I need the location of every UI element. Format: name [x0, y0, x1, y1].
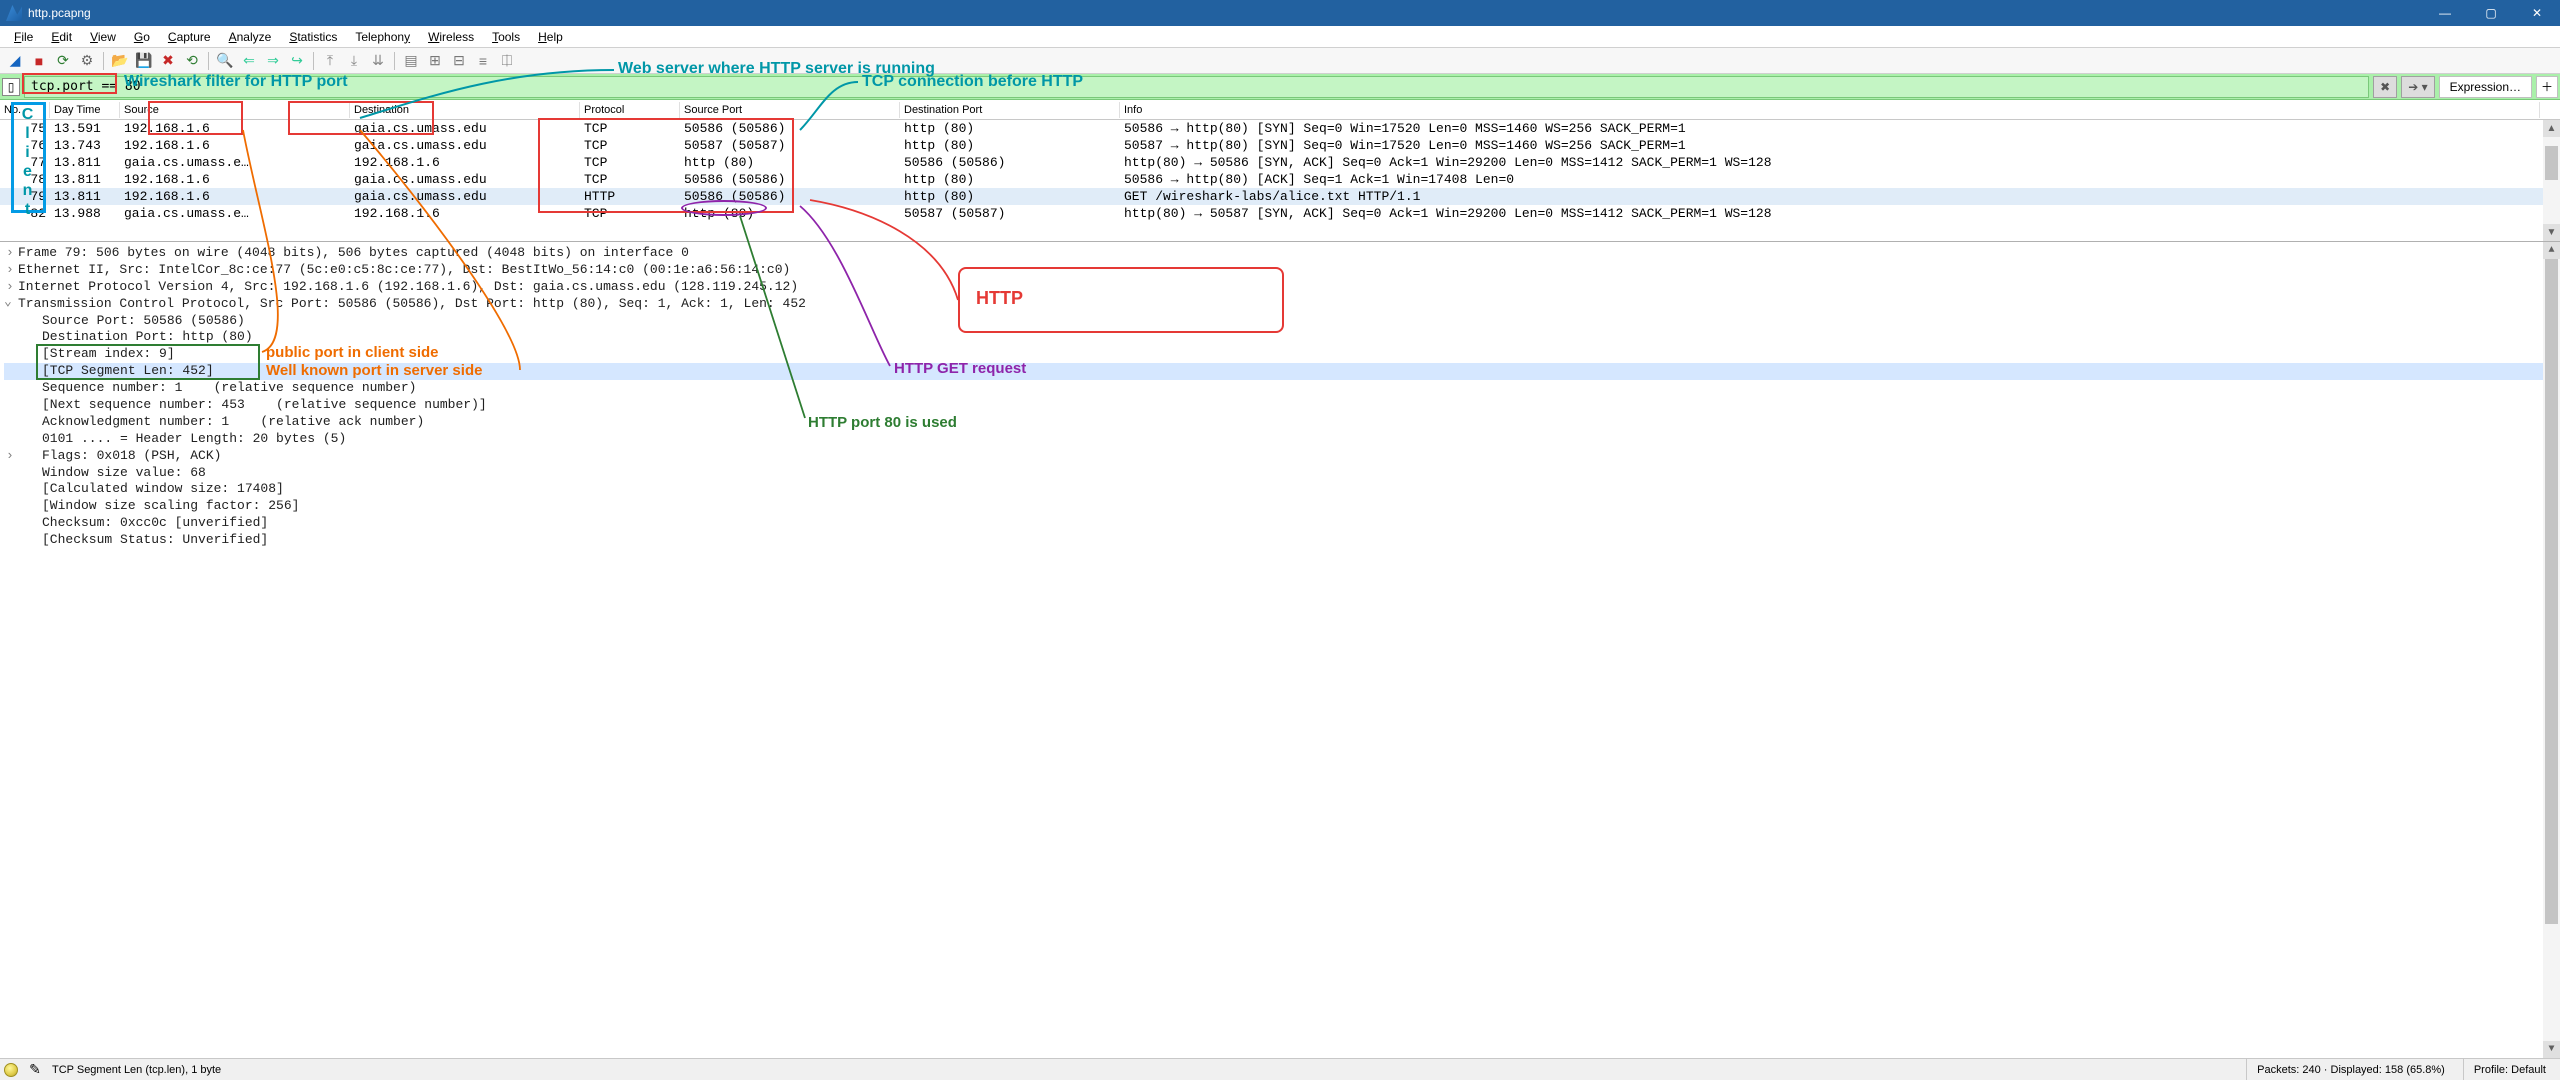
toolbar-colorize[interactable]: ▤: [400, 50, 422, 72]
minimize-button[interactable]: —: [2422, 0, 2468, 26]
col-no[interactable]: No.: [0, 102, 50, 118]
toolbar-enlarge[interactable]: ⊞: [424, 50, 446, 72]
col-source[interactable]: Source: [120, 102, 350, 118]
packet-list-scrollbar[interactable]: ▲ ▼: [2543, 120, 2560, 241]
toolbar-shrink[interactable]: ⊟: [448, 50, 470, 72]
detail-line[interactable]: [Next sequence number: 453 (relative seq…: [4, 397, 2560, 414]
edit-comment-icon[interactable]: ✎: [26, 1061, 44, 1079]
toolbar-open[interactable]: 📂: [109, 50, 131, 72]
filter-add-button[interactable]: ＋: [2536, 76, 2558, 98]
status-packets: Packets: 240 · Displayed: 158 (65.8%): [2246, 1059, 2455, 1080]
detail-line[interactable]: Internet Protocol Version 4, Src: 192.16…: [4, 279, 2560, 296]
close-button[interactable]: ✕: [2514, 0, 2560, 26]
scroll-down-icon[interactable]: ▼: [2543, 1041, 2560, 1058]
toolbar-save[interactable]: 💾: [133, 50, 155, 72]
detail-line[interactable]: Destination Port: http (80): [4, 329, 2560, 346]
detail-line[interactable]: [TCP Segment Len: 452]: [4, 363, 2560, 380]
detail-line[interactable]: Sequence number: 1 (relative sequence nu…: [4, 380, 2560, 397]
toolbar-first[interactable]: ⤒: [319, 50, 341, 72]
statusbar: ✎ TCP Segment Len (tcp.len), 1 byte Pack…: [0, 1058, 2560, 1080]
filter-bookmark-icon[interactable]: ▯: [2, 78, 20, 96]
table-row[interactable]: 7813.811192.168.1.6gaia.cs.umass.eduTCP5…: [0, 171, 2560, 188]
toolbar-prev[interactable]: ⇐: [238, 50, 260, 72]
expert-info-icon[interactable]: [4, 1063, 18, 1077]
menu-capture[interactable]: Capture: [160, 28, 219, 46]
toolbar-reload[interactable]: ⟲: [181, 50, 203, 72]
detail-line[interactable]: Ethernet II, Src: IntelCor_8c:ce:77 (5c:…: [4, 262, 2560, 279]
detail-line[interactable]: Frame 79: 506 bytes on wire (4048 bits),…: [4, 245, 2560, 262]
col-proto[interactable]: Protocol: [580, 102, 680, 118]
menu-statistics[interactable]: Statistics: [281, 28, 345, 46]
detail-line[interactable]: [Stream index: 9]: [4, 346, 2560, 363]
scroll-thumb[interactable]: [2545, 146, 2558, 181]
details-scrollbar[interactable]: ▲ ▼: [2543, 242, 2560, 1058]
menu-view[interactable]: View: [82, 28, 124, 46]
detail-line[interactable]: Window size value: 68: [4, 465, 2560, 482]
detail-line[interactable]: [Calculated window size: 17408]: [4, 481, 2560, 498]
scroll-down-icon[interactable]: ▼: [2543, 224, 2560, 241]
col-info[interactable]: Info: [1120, 102, 2540, 118]
detail-line[interactable]: 0101 .... = Header Length: 20 bytes (5): [4, 431, 2560, 448]
status-profile[interactable]: Profile: Default: [2463, 1059, 2556, 1080]
menu-wireless[interactable]: Wireless: [420, 28, 482, 46]
table-row[interactable]: 7513.591192.168.1.6gaia.cs.umass.eduTCP5…: [0, 120, 2560, 137]
detail-line[interactable]: Flags: 0x018 (PSH, ACK): [4, 448, 2560, 465]
scroll-up-icon[interactable]: ▲: [2543, 120, 2560, 137]
toolbar-stop-capture[interactable]: ■: [28, 50, 50, 72]
col-dest[interactable]: Destination: [350, 102, 580, 118]
menu-edit[interactable]: Edit: [43, 28, 80, 46]
col-time[interactable]: Day Time: [50, 102, 120, 118]
scroll-thumb[interactable]: [2545, 259, 2558, 924]
menubar: File Edit View Go Capture Analyze Statis…: [0, 26, 2560, 48]
display-filter-input[interactable]: [24, 76, 2369, 98]
app-icon: [6, 5, 22, 21]
toolbar-last[interactable]: ⤓: [343, 50, 365, 72]
filter-clear-button[interactable]: ✖: [2373, 76, 2397, 98]
table-row[interactable]: 7913.811192.168.1.6gaia.cs.umass.eduHTTP…: [0, 188, 2560, 205]
toolbar-options[interactable]: ⚙: [76, 50, 98, 72]
detail-line[interactable]: Acknowledgment number: 1 (relative ack n…: [4, 414, 2560, 431]
toolbar-reset-zoom[interactable]: ≡: [472, 50, 494, 72]
toolbar-next[interactable]: ⇒: [262, 50, 284, 72]
table-row[interactable]: 8213.988gaia.cs.umass.e…192.168.1.6TCPht…: [0, 205, 2560, 222]
menu-help[interactable]: Help: [530, 28, 571, 46]
menu-file[interactable]: File: [6, 28, 41, 46]
filter-apply-button[interactable]: ➔ ▾: [2401, 76, 2434, 98]
toolbar: ◢ ■ ⟳ ⚙ 📂 💾 ✖ ⟲ 🔍 ⇐ ⇒ ↪ ⤒ ⤓ ⇊ ▤ ⊞ ⊟ ≡ ⎅: [0, 48, 2560, 74]
maximize-button[interactable]: ▢: [2468, 0, 2514, 26]
toolbar-start-capture[interactable]: ◢: [4, 50, 26, 72]
toolbar-resize-cols[interactable]: ⎅: [496, 50, 518, 72]
menu-analyze[interactable]: Analyze: [221, 28, 280, 46]
detail-line[interactable]: Source Port: 50586 (50586): [4, 313, 2560, 330]
detail-line[interactable]: [Window size scaling factor: 256]: [4, 498, 2560, 515]
toolbar-auto-scroll[interactable]: ⇊: [367, 50, 389, 72]
packet-list: No. Day Time Source Destination Protocol…: [0, 100, 2560, 242]
window-title: http.pcapng: [28, 6, 91, 20]
table-row[interactable]: 7713.811gaia.cs.umass.e…192.168.1.6TCPht…: [0, 154, 2560, 171]
menu-go[interactable]: Go: [126, 28, 158, 46]
table-row[interactable]: 7613.743192.168.1.6gaia.cs.umass.eduTCP5…: [0, 137, 2560, 154]
col-sport[interactable]: Source Port: [680, 102, 900, 118]
detail-line[interactable]: Transmission Control Protocol, Src Port:…: [4, 296, 2560, 313]
filter-expression-button[interactable]: Expression…: [2439, 76, 2532, 98]
toolbar-goto[interactable]: ↪: [286, 50, 308, 72]
toolbar-close[interactable]: ✖: [157, 50, 179, 72]
detail-line[interactable]: [Checksum Status: Unverified]: [4, 532, 2560, 549]
packet-list-body[interactable]: 7513.591192.168.1.6gaia.cs.umass.eduTCP5…: [0, 120, 2560, 222]
toolbar-find[interactable]: 🔍: [214, 50, 236, 72]
detail-line[interactable]: Checksum: 0xcc0c [unverified]: [4, 515, 2560, 532]
status-field-text: TCP Segment Len (tcp.len), 1 byte: [52, 1064, 221, 1076]
packet-list-header[interactable]: No. Day Time Source Destination Protocol…: [0, 100, 2560, 120]
packet-details[interactable]: Frame 79: 506 bytes on wire (4048 bits),…: [0, 242, 2560, 1058]
toolbar-restart[interactable]: ⟳: [52, 50, 74, 72]
menu-tools[interactable]: Tools: [484, 28, 528, 46]
titlebar: http.pcapng — ▢ ✕: [0, 0, 2560, 26]
scroll-up-icon[interactable]: ▲: [2543, 242, 2560, 259]
menu-telephony[interactable]: Telephony: [347, 28, 418, 46]
col-dport[interactable]: Destination Port: [900, 102, 1120, 118]
filter-bar: ▯ ✖ ➔ ▾ Expression… ＋: [0, 74, 2560, 100]
